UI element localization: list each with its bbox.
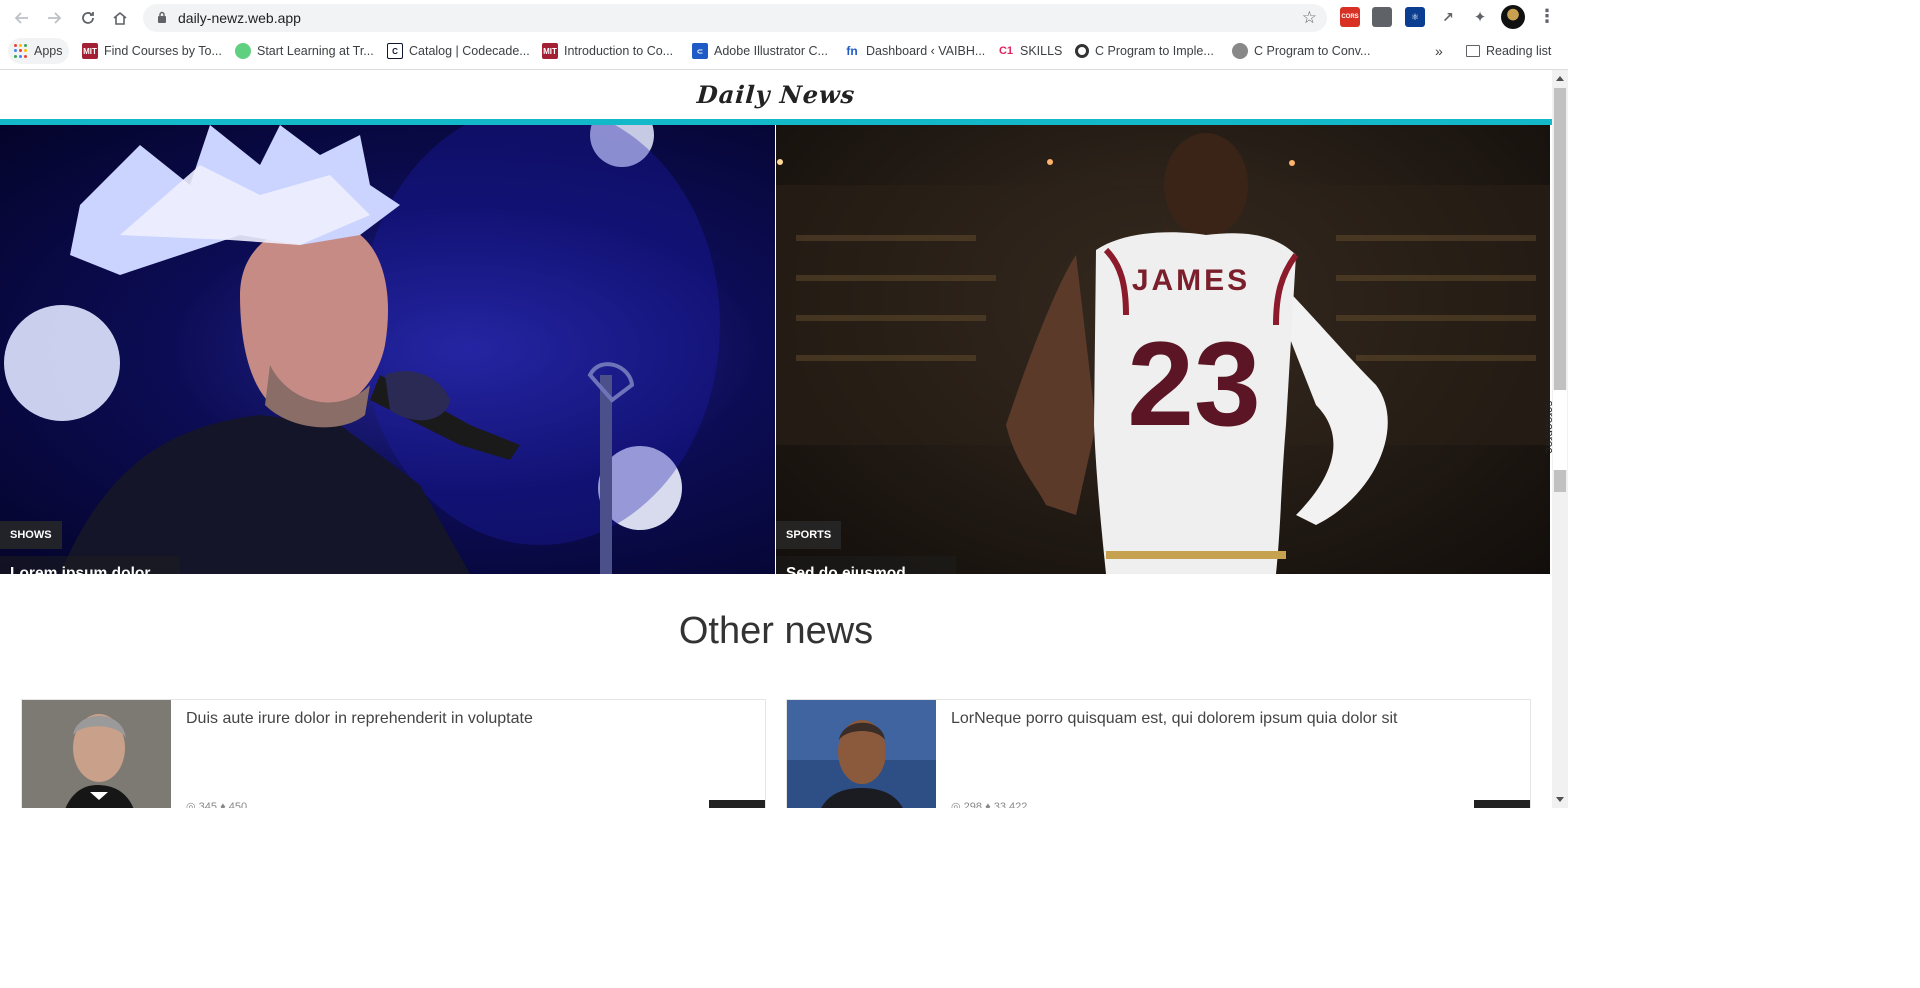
bookmark-label: C Program to Imple... <box>1095 44 1214 58</box>
reading-list-label: Reading list <box>1486 44 1552 58</box>
lock-icon <box>158 11 166 23</box>
hero-title[interactable]: Lorem ipsum dolor sit amet, consectetur … <box>0 556 180 574</box>
arrow-right-icon <box>48 12 62 24</box>
bookmark-label: Apps <box>34 44 63 58</box>
treehouse-icon <box>235 43 251 59</box>
fn-icon: fn <box>844 43 860 59</box>
cors-extension-label: CORS <box>1341 14 1359 20</box>
bookmark-star-icon[interactable]: ☆ <box>1302 8 1317 28</box>
puzzle-extensions-icon[interactable]: ✦ <box>1470 7 1490 27</box>
apps-grid-icon <box>14 44 28 58</box>
more-bookmarks-label: » <box>1435 43 1443 59</box>
illustrator-icon: ⊂ <box>692 43 708 59</box>
browser-chrome: daily-newz.web.app ☆ CORS ⚛ ↗ ✦ ⋮ Apps M… <box>0 0 1568 70</box>
profile-avatar[interactable] <box>1501 5 1525 29</box>
scroll-down-icon[interactable] <box>1556 797 1564 802</box>
reload-icon <box>82 12 94 24</box>
hero-image-basketball-player: JAMES 23 <box>776 133 1550 574</box>
jersey-name: JAMES <box>1132 264 1250 297</box>
hero-title[interactable]: Sed do eiusmod tempor incididunt ut labo… <box>776 556 956 574</box>
hero-article-sports[interactable]: JAMES 23 SPORTS Sed do eiusmod tempor in… <box>776 125 1550 574</box>
hero-image-singer <box>4 125 720 574</box>
card-thumbnail <box>787 700 936 808</box>
news-card[interactable]: Duis aute irure dolor in reprehenderit i… <box>21 699 766 808</box>
globe-icon <box>1232 43 1248 59</box>
bookmark-item[interactable]: C Program to Imple... <box>1075 41 1214 61</box>
card-title[interactable]: Duis aute irure dolor in reprehenderit i… <box>186 710 533 728</box>
bookmark-label: Dashboard ‹ VAIBH... <box>866 44 986 58</box>
site-header: Daily News <box>0 70 1552 119</box>
bookmark-item[interactable]: C1 SKILLS <box>998 41 1062 61</box>
bookmark-item[interactable]: MIT Introduction to Co... <box>542 41 673 61</box>
reading-list-button[interactable]: Reading list <box>1466 41 1551 61</box>
mit-ocw-icon: MIT <box>82 43 98 59</box>
read-more-button[interactable] <box>1474 800 1530 808</box>
reload-button[interactable] <box>76 6 100 30</box>
address-bar[interactable]: daily-newz.web.app ☆ <box>143 4 1327 32</box>
analytics-extension-icon[interactable]: ↗ <box>1438 7 1458 27</box>
category-badge[interactable]: SHOWS <box>0 521 62 549</box>
site-logo[interactable]: Daily News <box>696 80 856 109</box>
react-devtools-icon[interactable]: ⚛ <box>1405 7 1425 27</box>
bookmark-label: Find Courses by To... <box>104 44 222 58</box>
browser-toolbar: daily-newz.web.app ☆ CORS ⚛ ↗ ✦ ⋮ <box>0 0 1568 36</box>
extension-icon[interactable] <box>1372 7 1392 27</box>
bookmark-item[interactable]: ⊂ Adobe Illustrator C... <box>692 41 828 61</box>
bookmark-item[interactable]: C Catalog | Codecade... <box>387 41 530 61</box>
bookmark-label: C Program to Conv... <box>1254 44 1371 58</box>
circle-icon <box>1075 44 1089 58</box>
back-button[interactable] <box>10 6 34 30</box>
screenrec-overlay[interactable]: screenrec <box>1542 390 1567 470</box>
url-text: daily-newz.web.app <box>178 10 301 26</box>
bookmark-item[interactable]: C Program to Conv... <box>1232 41 1370 61</box>
reading-list-icon <box>1466 45 1480 57</box>
arrow-left-icon <box>14 12 28 24</box>
bookmark-apps[interactable]: Apps <box>8 38 69 64</box>
card-stats: ◎ 345 ♦ 450 <box>186 801 248 808</box>
bookmark-item[interactable]: Start Learning at Tr... <box>235 41 374 61</box>
home-button[interactable] <box>108 6 132 30</box>
jersey-number: 23 <box>1127 317 1260 451</box>
news-card[interactable]: LorNeque porro quisquam est, qui dolorem… <box>786 699 1531 808</box>
bookmarks-bar: Apps MIT Find Courses by To... Start Lea… <box>0 36 1568 66</box>
forward-button[interactable] <box>42 6 66 30</box>
card-title[interactable]: LorNeque porro quisquam est, qui dolorem… <box>951 710 1397 728</box>
bookmark-label: SKILLS <box>1020 44 1063 58</box>
card-stats: ◎ 298 ♦ 33 422 <box>951 801 1028 808</box>
hero-article-shows[interactable]: SHOWS Lorem ipsum dolor sit amet, consec… <box>0 125 775 574</box>
bookmark-label: Start Learning at Tr... <box>257 44 374 58</box>
home-icon <box>113 11 127 25</box>
cors-extension-icon[interactable]: CORS <box>1340 7 1360 27</box>
bookmark-label: Introduction to Co... <box>564 44 674 58</box>
screenrec-label: screenrec <box>1542 400 1557 454</box>
codecademy-icon: C <box>387 43 403 59</box>
card-thumbnail <box>22 700 171 808</box>
mit-ocw-icon: MIT <box>542 43 558 59</box>
c1-icon: C1 <box>998 43 1014 59</box>
page-content: Daily News SHOWS Lorem ipsum dolor sit a… <box>0 70 1552 808</box>
bookmark-item[interactable]: MIT Find Courses by To... <box>82 41 222 61</box>
more-bookmarks-button[interactable]: » <box>1435 41 1443 61</box>
bookmark-label: Adobe Illustrator C... <box>714 44 828 58</box>
section-title-other-news: Other news <box>678 610 874 652</box>
scroll-up-icon[interactable] <box>1556 76 1564 81</box>
bookmark-label: Catalog | Codecade... <box>409 44 530 58</box>
browser-menu-icon[interactable]: ⋮ <box>1538 6 1556 27</box>
category-badge[interactable]: SPORTS <box>776 521 842 549</box>
read-more-button[interactable] <box>709 800 765 808</box>
bookmark-item[interactable]: fn Dashboard ‹ VAIBH... <box>844 41 985 61</box>
